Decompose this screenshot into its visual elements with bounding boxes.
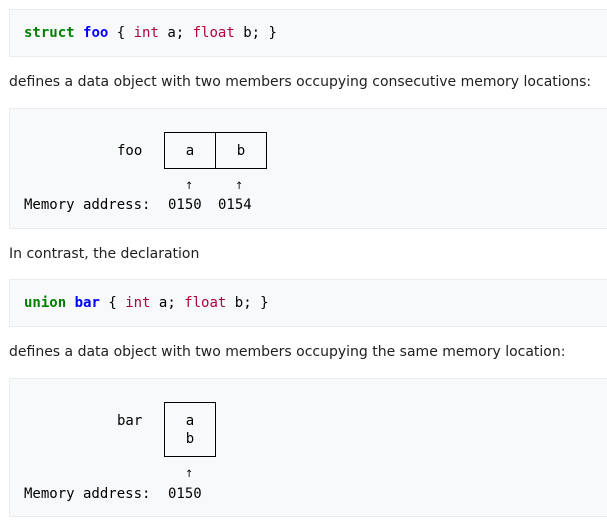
struct-declaration: struct foo { int a; float b; } bbox=[24, 24, 277, 42]
member-a: a; bbox=[158, 25, 193, 41]
struct-name: foo bbox=[83, 25, 109, 41]
struct-address-label: Memory address: bbox=[24, 197, 151, 213]
union-memory-box: a b bbox=[164, 402, 216, 457]
float-type: float bbox=[184, 295, 227, 311]
struct-diagram-label: foo bbox=[117, 143, 143, 159]
paragraph-contrast: In contrast, the declaration bbox=[9, 246, 200, 262]
union-diagram-block: bar a b ↑ Memory address: 0150 bbox=[9, 378, 607, 517]
struct-memory-box: a b bbox=[164, 132, 267, 169]
union-declaration: union bar { int a; float b; } bbox=[24, 294, 269, 312]
struct-code-block: struct foo { int a; float b; } bbox=[9, 9, 607, 57]
struct-address-a: 0150 bbox=[168, 197, 202, 213]
union-name: bar bbox=[74, 295, 100, 311]
struct-cell-b: b bbox=[236, 143, 246, 159]
member-b: b; } bbox=[226, 295, 269, 311]
int-type: int bbox=[125, 295, 151, 311]
struct-keyword: struct bbox=[24, 25, 75, 41]
paragraph-consecutive: defines a data object with two members o… bbox=[9, 74, 592, 90]
struct-cell-a: a bbox=[185, 143, 195, 159]
union-cell-a: a bbox=[185, 413, 195, 429]
open-brace: { bbox=[99, 295, 126, 311]
struct-diagram-block: foo a b ↑ ↑ Memory address: 0150 0154 bbox=[9, 108, 607, 229]
open-brace: { bbox=[108, 25, 134, 41]
int-type: int bbox=[133, 25, 159, 41]
member-b: b; } bbox=[234, 25, 277, 41]
float-type: float bbox=[192, 25, 235, 41]
paragraph-same-location: defines a data object with two members o… bbox=[9, 344, 566, 360]
union-keyword: union bbox=[24, 295, 67, 311]
union-cell-b: b bbox=[185, 431, 195, 447]
arrow-icon: ↑ bbox=[235, 181, 244, 192]
union-address: 0150 bbox=[168, 486, 202, 502]
union-diagram-label: bar bbox=[117, 413, 143, 429]
arrow-icon: ↑ bbox=[185, 469, 194, 480]
union-code-block: union bar { int a; float b; } bbox=[9, 279, 607, 327]
arrow-icon: ↑ bbox=[185, 181, 194, 192]
union-address-label: Memory address: bbox=[24, 486, 151, 502]
member-a: a; bbox=[150, 295, 185, 311]
struct-address-b: 0154 bbox=[218, 197, 252, 213]
page: struct foo { int a; float b; } defines a… bbox=[0, 0, 607, 525]
